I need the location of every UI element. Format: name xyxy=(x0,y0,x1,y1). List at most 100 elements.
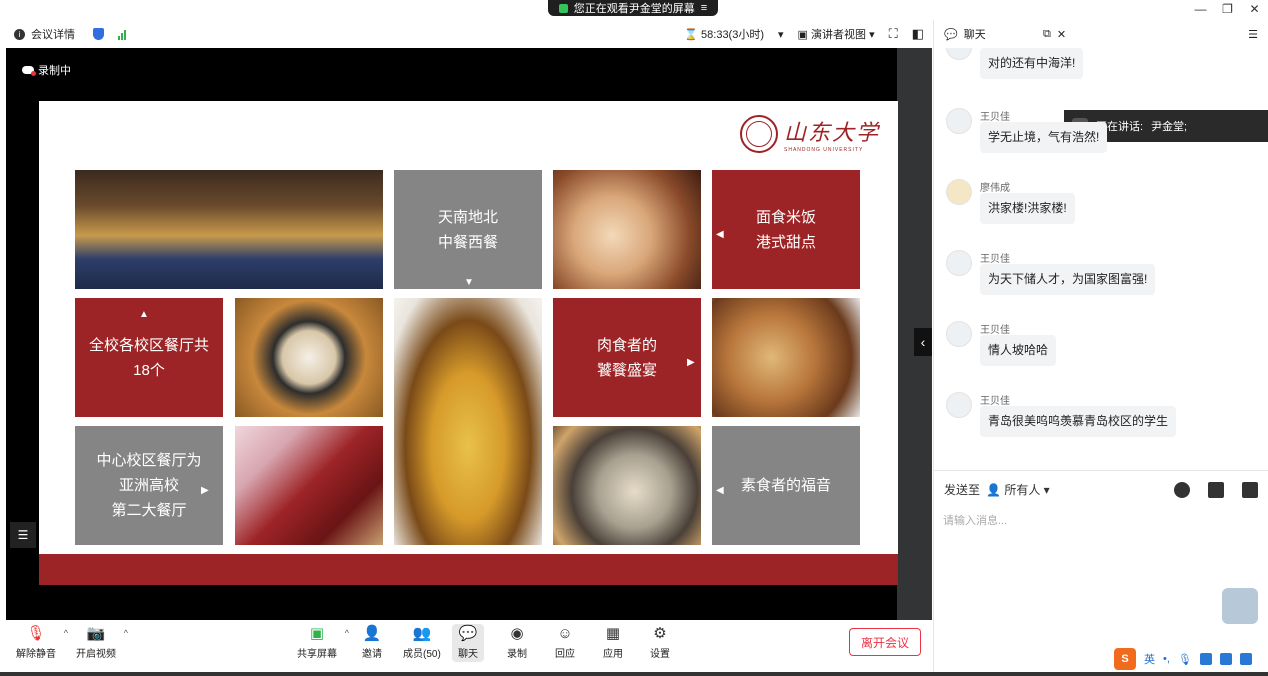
taskbar-edge xyxy=(0,672,1268,676)
arrow-right-icon: ▶ xyxy=(201,485,209,496)
sidebar-toggle-icon[interactable]: ◧ xyxy=(912,26,924,42)
timer-dropdown-icon[interactable]: ▾ xyxy=(778,28,784,41)
file-icon[interactable] xyxy=(1208,481,1224,498)
hourglass-icon: ⌛ xyxy=(684,29,698,41)
record-button[interactable]: ◉ 录制 xyxy=(507,624,527,660)
apps-button[interactable]: ▦ 应用 xyxy=(603,624,623,660)
message-text: 对的还有中海洋! xyxy=(980,48,1084,79)
arrow-up-icon: ▲ xyxy=(139,309,149,320)
arrow-left-icon: ◀ xyxy=(716,485,724,496)
tile-campus-count: 全校各校区餐厅共 18个 ▲ xyxy=(75,298,223,417)
message-sender: 王贝佳 xyxy=(980,396,1010,407)
message-sender: 王贝佳 xyxy=(980,325,1010,336)
emoji-icon[interactable] xyxy=(1174,481,1190,498)
dumpling-photo xyxy=(553,426,701,545)
arrow-down-icon: ▼ xyxy=(464,277,474,288)
chat-header: 💬 聊天 ⧉ ✕ ☰ xyxy=(934,20,1268,48)
chat-icon: 💬 xyxy=(458,625,478,642)
timer[interactable]: ⌛ 58:33(3小时) xyxy=(684,26,764,42)
mic-muted-icon: 🎙 xyxy=(26,625,46,642)
logo-subtext: SHANDONG UNIVERSITY xyxy=(784,147,864,153)
security-shield-icon[interactable] xyxy=(93,28,104,40)
view-switch-button[interactable]: ▣ 演讲者视图 ▾ xyxy=(798,26,875,42)
tile-meat-feast: 肉食者的 饕餮盛宴 ▶ xyxy=(553,298,701,417)
close-button[interactable]: ✕ xyxy=(1241,0,1268,18)
message-text: 为天下储人才，为国家图富强! xyxy=(980,264,1156,295)
canteen-entrance-photo xyxy=(235,426,383,545)
noodle-bowl-photo xyxy=(235,298,383,417)
apps-icon: ▦ xyxy=(605,625,621,642)
screen-share-notice[interactable]: 您正在观看尹金堂的屏幕 ≡ xyxy=(548,0,718,16)
person-icon: 👤 xyxy=(986,483,1001,497)
avatar xyxy=(946,321,972,347)
university-logo: 山东大学 SHANDONG UNIVERSITY xyxy=(740,115,880,153)
logo-text: 山东大学 xyxy=(784,121,881,146)
restore-button[interactable]: ❐ xyxy=(1214,0,1241,18)
recipient-select[interactable]: 👤 所有人 ▾ xyxy=(986,481,1050,498)
chat-input[interactable]: 请输入消息... xyxy=(943,512,1007,528)
invite-button[interactable]: 👤 邀请 xyxy=(362,624,382,660)
chat-icon: 💬 xyxy=(944,28,958,41)
chevron-up-icon[interactable]: ^ xyxy=(345,628,349,638)
fullscreen-icon[interactable]: ⛶ xyxy=(889,26,898,42)
share-screen-label: 共享屏幕 xyxy=(297,649,337,660)
slide-footer-bar xyxy=(39,554,898,585)
keyboard-icon[interactable] xyxy=(1199,653,1212,665)
recording-indicator: 录制中 xyxy=(22,62,71,78)
dessert-photo xyxy=(553,170,701,289)
leave-meeting-button[interactable]: 离开会议 xyxy=(849,628,921,656)
tile-campus-count-text: 全校各校区餐厅共 18个 xyxy=(88,336,209,379)
unmute-button[interactable]: 🎙 解除静音 ^ xyxy=(16,624,68,660)
chevron-up-icon[interactable]: ^ xyxy=(124,628,128,638)
tile-noodles-rice: 面食米饭 港式甜点 ◀ xyxy=(712,170,860,289)
university-seal-icon xyxy=(740,115,778,153)
arrow-right-icon: ▶ xyxy=(687,357,695,368)
avatar xyxy=(946,250,972,276)
tile-vegetarian-text: 素食者的福音 xyxy=(740,477,831,494)
tile-meat-feast-text: 肉食者的 饕餮盛宴 xyxy=(596,336,657,379)
chat-messages[interactable]: 对的还有中海洋! 王贝佳 学无止境，气有浩然! 廖伟成 洪家楼!洪家楼! 王贝佳… xyxy=(934,48,1268,468)
settings-button[interactable]: ⚙ 设置 xyxy=(650,624,670,660)
collapse-arrow-icon[interactable]: ‹ xyxy=(914,328,932,356)
chat-menu-icon[interactable]: ☰ xyxy=(1248,28,1258,41)
message-sender: 廖伟成 xyxy=(980,183,1010,194)
close-chat-icon[interactable]: ✕ xyxy=(1057,28,1066,41)
reactions-icon: ☺ xyxy=(557,624,573,642)
invite-icon: 👤 xyxy=(362,625,382,642)
tile-central-canteen-text: 中心校区餐厅为 亚洲高校 第二大餐厅 xyxy=(96,452,202,519)
list-icon[interactable]: ☰ xyxy=(10,522,36,548)
ime-language[interactable]: 英 xyxy=(1144,651,1155,667)
ime-logo-icon: S xyxy=(1114,648,1136,670)
floating-app-icon[interactable] xyxy=(1222,588,1258,624)
members-button[interactable]: 👥 成员(50) xyxy=(403,624,441,660)
ime-toolbar[interactable]: S 英 •, 🎙 xyxy=(1110,646,1268,672)
skin-icon[interactable] xyxy=(1219,653,1232,665)
ime-mic-icon[interactable]: 🎙 xyxy=(1178,653,1192,666)
network-signal-icon[interactable] xyxy=(118,29,126,40)
meeting-toolbar: i 会议详情 ⌛ 58:33(3小时) ▾ ▣ 演讲者视图 ▾ ⛶ ◧ xyxy=(0,20,934,48)
popout-icon[interactable]: ⧉ xyxy=(1043,28,1051,41)
message-sender: 王贝佳 xyxy=(980,112,1010,123)
meeting-details-button[interactable]: 会议详情 xyxy=(31,26,75,42)
camera-off-icon: 📷 xyxy=(86,625,106,642)
chevron-up-icon[interactable]: ^ xyxy=(64,628,68,638)
start-video-button[interactable]: 📷 开启视频 ^ xyxy=(76,624,128,660)
tile-vegetarian: 素食者的福音 ◀ xyxy=(712,426,860,545)
message-text: 洪家楼!洪家楼! xyxy=(980,193,1075,224)
chat-button[interactable]: 💬 聊天 xyxy=(452,624,484,662)
invite-label: 邀请 xyxy=(362,649,382,660)
ime-menu-icon[interactable] xyxy=(1239,653,1252,665)
info-icon: i xyxy=(14,28,25,40)
view-icon: ▣ xyxy=(797,29,808,41)
reactions-button[interactable]: ☺ 回应 xyxy=(555,624,575,661)
screen-share-notice-text: 您正在观看尹金堂的屏幕 xyxy=(573,3,695,15)
announce-icon[interactable] xyxy=(1242,481,1258,498)
avatar xyxy=(946,179,972,205)
record-label: 录制 xyxy=(507,649,527,660)
avatar xyxy=(946,392,972,418)
punctuation-icon[interactable]: •, xyxy=(1163,653,1170,665)
minimize-button[interactable]: — xyxy=(1187,0,1214,18)
share-screen-button[interactable]: ▣ 共享屏幕 ^ xyxy=(297,624,349,660)
canteen-photo xyxy=(75,170,383,289)
record-icon: ◉ xyxy=(510,625,524,642)
